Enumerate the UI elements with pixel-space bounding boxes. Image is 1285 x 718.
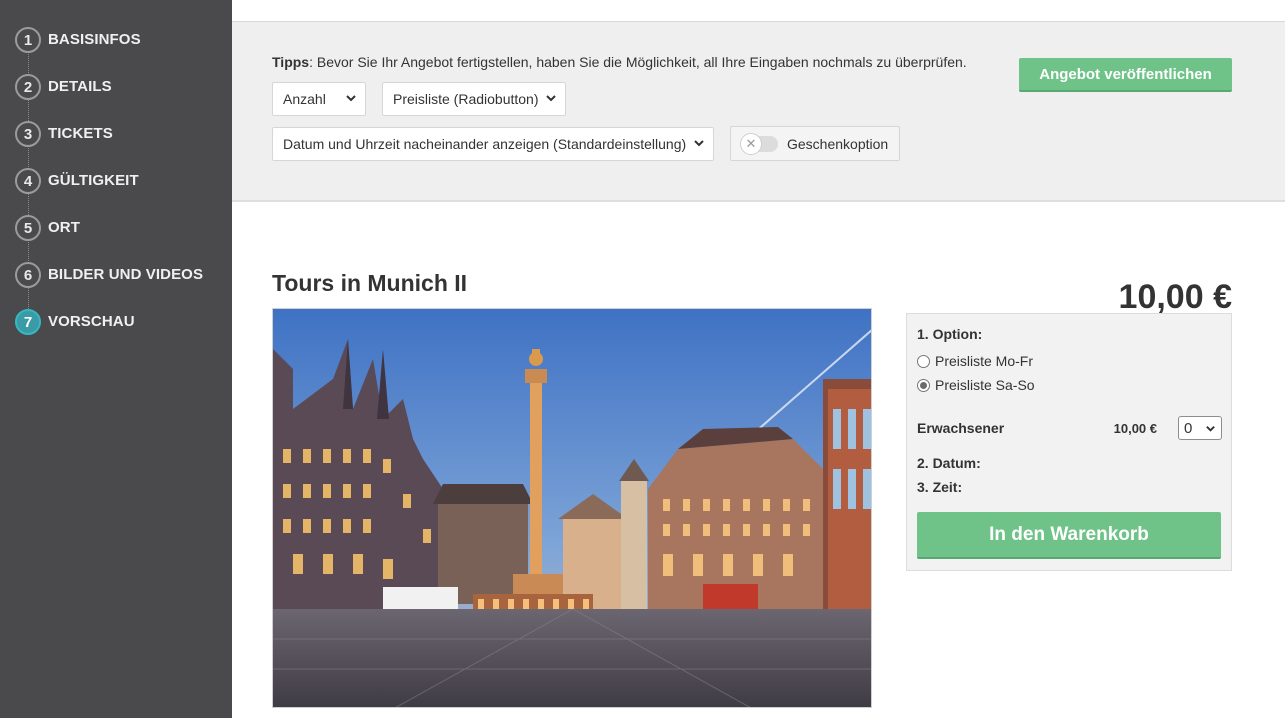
top-strip bbox=[232, 0, 1285, 22]
offer-title: Tours in Munich II bbox=[272, 270, 468, 296]
radio-label[interactable]: Preisliste Sa-So bbox=[935, 377, 1035, 393]
step-number: 7 bbox=[15, 309, 41, 335]
pricelist-select[interactable]: Preisliste (Radiobutton) bbox=[382, 82, 566, 116]
booking-panel: 1. Option: Preisliste Mo-Fr Preisliste S… bbox=[906, 313, 1232, 571]
step-number: 2 bbox=[15, 74, 41, 100]
tips-text: Tipps: Bevor Sie Ihr Angebot fertigstell… bbox=[272, 54, 967, 70]
step-label[interactable]: ORT bbox=[48, 219, 80, 236]
step-bilder-und-videos[interactable]: 6 BILDER UND VIDEOS bbox=[15, 262, 203, 309]
step-gueltigkeit[interactable]: 4 GÜLTIGKEIT bbox=[15, 168, 203, 215]
ticket-type-label: Erwachsener bbox=[917, 420, 1005, 436]
ticket-price: 10,00 € bbox=[1113, 420, 1157, 436]
add-to-cart-button[interactable]: In den Warenkorb bbox=[917, 512, 1221, 559]
step-label[interactable]: TICKETS bbox=[48, 125, 113, 142]
step-label[interactable]: BASISINFOS bbox=[48, 31, 141, 48]
step-number: 3 bbox=[15, 121, 41, 147]
tips-label: Tipps bbox=[272, 54, 310, 70]
step-label[interactable]: VORSCHAU bbox=[48, 313, 135, 330]
offer-price: 10,00 € bbox=[1118, 278, 1232, 316]
step-number: 6 bbox=[15, 262, 41, 288]
tips-message: : Bevor Sie Ihr Angebot fertigstellen, h… bbox=[309, 54, 967, 70]
amount-select-value: Anzahl bbox=[283, 91, 326, 107]
step-navigation: 1 BASISINFOS 2 DETAILS 3 TICKETS 4 GÜLTI… bbox=[15, 27, 203, 356]
quantity-select[interactable]: 0 bbox=[1178, 416, 1222, 440]
radio-button[interactable] bbox=[917, 354, 930, 368]
step-label[interactable]: GÜLTIGKEIT bbox=[48, 172, 139, 189]
step-number: 4 bbox=[15, 168, 41, 194]
datetime-display-select[interactable]: Datum und Uhrzeit nacheinander anzeigen … bbox=[272, 127, 714, 161]
step-number: 5 bbox=[15, 215, 41, 241]
sidebar: 1 BASISINFOS 2 DETAILS 3 TICKETS 4 GÜLTI… bbox=[0, 0, 232, 718]
step-tickets[interactable]: 3 TICKETS bbox=[15, 121, 203, 168]
gift-option-label: Geschenkoption bbox=[787, 135, 889, 152]
radio-label[interactable]: Preisliste Mo-Fr bbox=[935, 353, 1033, 369]
chevron-down-icon bbox=[346, 95, 356, 102]
step-details[interactable]: 2 DETAILS bbox=[15, 74, 203, 121]
time-label: 3. Zeit: bbox=[917, 479, 963, 495]
publish-offer-button[interactable]: Angebot veröffentlichen bbox=[1019, 58, 1232, 92]
toggle-switch[interactable]: ✕ bbox=[740, 132, 778, 155]
radio-button-selected[interactable] bbox=[917, 378, 930, 392]
step-basisinfos[interactable]: 1 BASISINFOS bbox=[15, 27, 203, 74]
gift-option-toggle[interactable]: ✕ Geschenkoption bbox=[730, 126, 900, 161]
step-vorschau[interactable]: 7 VORSCHAU bbox=[15, 309, 203, 356]
chevron-down-icon bbox=[1206, 426, 1215, 432]
datetime-select-value: Datum und Uhrzeit nacheinander anzeigen … bbox=[283, 136, 687, 152]
pricelist-radio-mofr[interactable]: Preisliste Mo-Fr bbox=[917, 353, 1033, 369]
step-label[interactable]: DETAILS bbox=[48, 78, 112, 95]
quantity-value: 0 bbox=[1184, 419, 1193, 437]
option-label: 1. Option: bbox=[917, 326, 983, 342]
step-number: 1 bbox=[15, 27, 41, 53]
date-label: 2. Datum: bbox=[917, 455, 981, 471]
pricelist-radio-saso[interactable]: Preisliste Sa-So bbox=[917, 377, 1035, 393]
close-icon: ✕ bbox=[740, 132, 762, 155]
chevron-down-icon bbox=[694, 140, 704, 147]
offer-image bbox=[272, 308, 872, 708]
preview-toolbar: Tipps: Bevor Sie Ihr Angebot fertigstell… bbox=[232, 22, 1285, 202]
pricelist-select-value: Preisliste (Radiobutton) bbox=[393, 91, 539, 107]
ticket-row-adult: Erwachsener 10,00 € 0 bbox=[917, 415, 1222, 441]
chevron-down-icon bbox=[546, 95, 556, 102]
step-ort[interactable]: 5 ORT bbox=[15, 215, 203, 262]
munich-marienplatz-illustration bbox=[273, 309, 871, 707]
step-label[interactable]: BILDER UND VIDEOS bbox=[48, 266, 203, 283]
amount-select[interactable]: Anzahl bbox=[272, 82, 366, 116]
